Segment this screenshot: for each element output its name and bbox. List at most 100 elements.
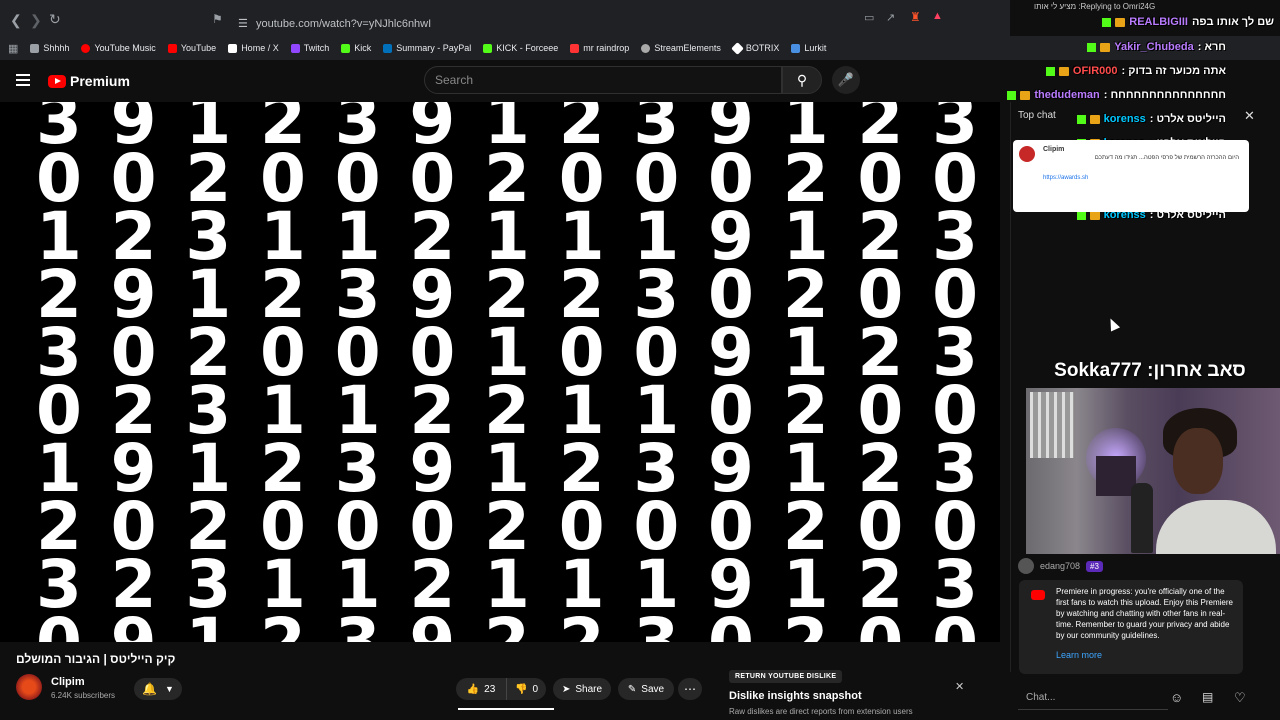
overlay-reply-text: Replying to Omri24G: מציע לי אותו [1034, 2, 1156, 11]
popup-avatar [1019, 146, 1035, 162]
bookmark-item[interactable]: Twitch [290, 43, 329, 53]
browser-toolbar: ❮ ❯ ↻ ⚑ ☰ youtube.com/watch?v=yNJhlc6nhw… [0, 0, 1010, 36]
notification-button[interactable]: 🔔 ▼ [134, 678, 182, 700]
digit: 9 [111, 610, 157, 643]
ryd-badge: RETURN YOUTUBE DISLIKE [729, 670, 843, 683]
learn-more-link[interactable]: Learn more [1056, 650, 1102, 661]
bookmark-favicon [167, 43, 177, 53]
bookmark-item[interactable]: mr raindrop [570, 43, 629, 53]
overlay-chat-nick: korenss [1103, 113, 1146, 125]
digit: 2 [260, 610, 306, 643]
youtube-logo[interactable]: Premium [48, 73, 130, 89]
digit-column: 1231231231 [185, 102, 231, 643]
video-player[interactable]: 3012301230902902902912312312312012012012… [0, 102, 1000, 642]
bookmark-item[interactable]: Shhhh [30, 43, 69, 53]
close-chat-icon[interactable]: ✕ [1244, 108, 1255, 124]
menu-icon[interactable] [16, 74, 30, 86]
youtube-header: Premium Search ⚲ 🎤 [0, 60, 1010, 102]
overlay-chat-nick: OFIR000 [1072, 65, 1118, 77]
youtube-play-icon [48, 74, 66, 88]
reload-icon[interactable]: ↻ [49, 11, 61, 28]
overlay-chat-line: Yakir_Chubeda: חרא [1087, 41, 1226, 53]
bookmark-item[interactable]: YouTube [167, 43, 216, 53]
digit-column: 2012012012 [260, 102, 306, 643]
bookmark-item[interactable]: Home / X [228, 43, 279, 53]
channel-name[interactable]: Clipim [51, 676, 85, 688]
close-icon[interactable]: ✕ [955, 680, 964, 693]
address-bar[interactable]: ☰ youtube.com/watch?v=yNJhlc6nhwI [230, 14, 960, 34]
chat-username[interactable]: edang708 [1040, 561, 1080, 571]
heart-icon[interactable]: ♡ [1234, 690, 1246, 706]
youtube-icon [1031, 590, 1045, 600]
webcam-microphone [1131, 483, 1153, 553]
kick-badge-icon [1045, 66, 1055, 76]
bookmark-item[interactable]: BOTRIX [730, 41, 779, 55]
more-actions-button[interactable]: ⋯ [678, 678, 702, 700]
digit: 0 [932, 610, 978, 643]
back-icon[interactable]: ❮ [10, 12, 22, 29]
forward-icon[interactable]: ❯ [30, 12, 42, 29]
share-button[interactable]: ➤ Share [553, 678, 611, 700]
ryd-subtitle: Raw dislikes are direct reports from ext… [729, 707, 913, 716]
save-button[interactable]: ✎ Save [618, 678, 674, 700]
subscriber-badge-icon [1115, 17, 1126, 27]
return-youtube-dislike-panel: RETURN YOUTUBE DISLIKE Dislike insights … [719, 664, 971, 720]
subscriber-badge-icon [1089, 114, 1100, 124]
overlay-chat-nick: thedudeman [1034, 89, 1100, 101]
overlay-notification-card: Clipim היום ההכרזה הרשמית של פרסי הפטה..… [1013, 140, 1249, 212]
super-chat-icon[interactable]: ▤ [1202, 690, 1213, 704]
search-button[interactable]: ⚲ [782, 66, 822, 94]
digit-column: 3013013013 [335, 102, 381, 643]
url-text: youtube.com/watch?v=yNJhlc6nhwI [256, 18, 432, 30]
bookmark-item[interactable]: StreamElements [641, 43, 721, 53]
bookmark-item[interactable]: Lurkit [791, 43, 826, 53]
digit: 3 [633, 610, 679, 643]
cast-icon[interactable]: ▭ [864, 11, 874, 24]
emoji-icon[interactable]: ☺ [1170, 690, 1183, 705]
digit-column: 9029029029 [409, 102, 455, 642]
search-input[interactable]: Search [424, 66, 782, 94]
digit-column: 1212121212 [783, 102, 829, 643]
bookmark-star-icon[interactable]: ⚑ [212, 12, 223, 26]
digit-column: 3013013013 [633, 102, 679, 643]
bookmark-favicon [341, 43, 351, 53]
webcam-shelf [1096, 456, 1136, 496]
bookmark-favicon [483, 43, 493, 53]
like-count: 23 [484, 683, 496, 695]
apps-grid-icon[interactable]: ▦ [8, 42, 18, 55]
top-chat-dropdown[interactable]: Top chat [1018, 110, 1056, 121]
bookmark-item[interactable]: Summary - PayPal [383, 43, 471, 53]
webcam-window [1030, 392, 1074, 458]
brave-shield-icon[interactable]: ♜ [910, 10, 921, 24]
digit: 1 [185, 610, 231, 643]
chat-input[interactable]: Chat... [1018, 686, 1168, 710]
digit: 0 [857, 610, 903, 643]
bookmark-item[interactable]: Kick [341, 43, 371, 53]
bookmark-favicon [791, 43, 801, 53]
digit: 2 [783, 610, 829, 643]
dislike-button[interactable]: 👎 0 [506, 678, 546, 700]
overlay-chat-message: : אתה מכוער זה בדוק [1121, 65, 1226, 77]
overlay-chat-line: OFIR000: אתה מכוער זה בדוק [1045, 65, 1226, 77]
bookmark-favicon [228, 43, 238, 53]
rewards-icon[interactable]: ▲ [932, 10, 943, 22]
last-subscriber-label: סאב אחרון: Sokka777 [1054, 360, 1246, 381]
popup-text: היום ההכרזה הרשמית של פרסי הפטה... תגידו… [1094, 155, 1239, 161]
bookmark-favicon [641, 43, 651, 53]
bookmark-favicon [383, 43, 393, 53]
save-label: Save [641, 683, 665, 695]
share-page-icon[interactable]: ↗ [886, 11, 895, 24]
digit-column: 1212121212 [484, 102, 530, 642]
bookmark-favicon [81, 43, 91, 53]
bookmark-favicon [290, 43, 300, 53]
kick-badge-icon [1007, 90, 1017, 100]
webcam-person-head [1173, 428, 1223, 494]
voice-search-button[interactable]: 🎤 [832, 66, 860, 94]
bookmark-item[interactable]: YouTube Music [81, 43, 156, 53]
channel-avatar[interactable] [16, 674, 42, 700]
digit: 3 [335, 610, 381, 643]
like-button[interactable]: 👍 23 [456, 678, 506, 700]
kick-badge-icon [1076, 114, 1086, 124]
bookmark-item[interactable]: KICK - Forceee [483, 43, 558, 53]
site-info-icon[interactable]: ☰ [238, 14, 248, 34]
